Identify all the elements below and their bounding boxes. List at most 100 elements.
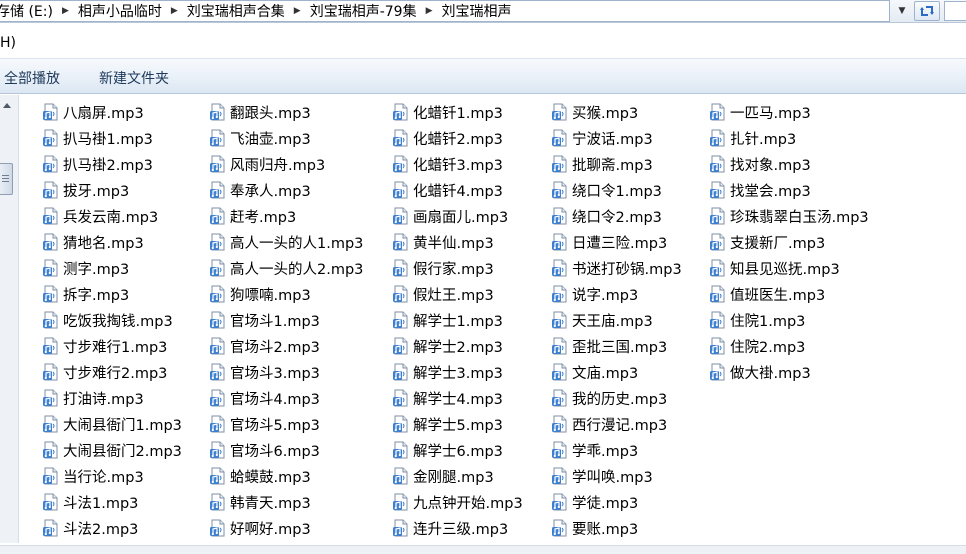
file-item[interactable]: 说字.mp3: [551, 282, 638, 306]
file-item[interactable]: 支援新厂.mp3: [709, 230, 825, 254]
file-item[interactable]: 当行论.mp3: [42, 464, 144, 488]
file-item[interactable]: 狗嘌喃.mp3: [209, 282, 311, 306]
file-item[interactable]: 高人一头的人2.mp3: [209, 256, 363, 280]
menu-item-help[interactable]: H): [0, 35, 16, 51]
mp3-audio-file-icon: [392, 181, 410, 199]
file-item[interactable]: 翻跟头.mp3: [209, 100, 311, 124]
file-item[interactable]: 飞油壶.mp3: [209, 126, 311, 150]
refresh-button[interactable]: [914, 1, 940, 21]
file-item[interactable]: 大闹县衙门1.mp3: [42, 412, 182, 436]
file-item[interactable]: 学叫唤.mp3: [551, 464, 653, 488]
file-item[interactable]: 金刚腿.mp3: [392, 464, 494, 488]
file-item[interactable]: 拔牙.mp3: [42, 178, 129, 202]
file-item[interactable]: 解学士3.mp3: [392, 360, 503, 384]
file-item[interactable]: 日遭三险.mp3: [551, 230, 667, 254]
file-item[interactable]: 批聊斋.mp3: [551, 152, 653, 176]
file-item[interactable]: 书迷打砂锅.mp3: [551, 256, 682, 280]
file-item[interactable]: 黄半仙.mp3: [392, 230, 494, 254]
breadcrumb-folder-temp[interactable]: 相声小品临时: [74, 1, 166, 21]
file-item[interactable]: 官场斗5.mp3: [209, 412, 320, 436]
file-item[interactable]: 化蜡钎3.mp3: [392, 152, 503, 176]
file-item[interactable]: 官场斗4.mp3: [209, 386, 320, 410]
breadcrumb-folder-collection[interactable]: 刘宝瑞相声合集: [183, 1, 289, 21]
file-item[interactable]: 知县见巡抚.mp3: [709, 256, 840, 280]
file-item[interactable]: 解学士6.mp3: [392, 438, 503, 462]
file-item[interactable]: 西行漫记.mp3: [551, 412, 667, 436]
file-item[interactable]: 兵发云南.mp3: [42, 204, 158, 228]
file-item[interactable]: 绕口令1.mp3: [551, 178, 662, 202]
file-item[interactable]: 文庙.mp3: [551, 360, 638, 384]
mp3-audio-file-icon: [42, 441, 60, 459]
navigation-pane-scrollbar[interactable]: [0, 95, 19, 543]
file-item[interactable]: 蛤蟆鼓.mp3: [209, 464, 311, 488]
file-item[interactable]: 九点钟开始.mp3: [392, 490, 523, 514]
file-item[interactable]: 假灶王.mp3: [392, 282, 494, 306]
file-item[interactable]: 宁波话.mp3: [551, 126, 653, 150]
file-item[interactable]: 住院1.mp3: [709, 308, 805, 332]
file-item[interactable]: 扒马褂2.mp3: [42, 152, 153, 176]
file-item[interactable]: 找对象.mp3: [709, 152, 811, 176]
new-folder-button[interactable]: 新建文件夹: [99, 68, 169, 88]
chevron-down-icon[interactable]: ▼: [894, 2, 910, 20]
file-item[interactable]: 一匹马.mp3: [709, 100, 811, 124]
play-all-button[interactable]: 全部播放: [4, 68, 60, 88]
file-item[interactable]: 测字.mp3: [42, 256, 129, 280]
file-item[interactable]: 拆字.mp3: [42, 282, 129, 306]
file-item[interactable]: 学徒.mp3: [551, 490, 638, 514]
file-item[interactable]: 我的历史.mp3: [551, 386, 667, 410]
breadcrumb-drive[interactable]: 存储 (E:): [0, 1, 57, 21]
file-item[interactable]: 化蜡钎1.mp3: [392, 100, 503, 124]
file-item[interactable]: 打油诗.mp3: [42, 386, 144, 410]
file-item[interactable]: 买猴.mp3: [551, 100, 638, 124]
breadcrumb-arrow-icon[interactable]: ▶: [166, 6, 183, 16]
file-item[interactable]: 扒马褂1.mp3: [42, 126, 153, 150]
breadcrumb[interactable]: 存储 (E:) ▶ 相声小品临时 ▶ 刘宝瑞相声合集 ▶ 刘宝瑞相声-79集 ▶…: [0, 0, 890, 22]
file-item[interactable]: 斗法2.mp3: [42, 516, 138, 540]
file-item[interactable]: 找堂会.mp3: [709, 178, 811, 202]
file-item[interactable]: 化蜡钎4.mp3: [392, 178, 503, 202]
file-item[interactable]: 高人一头的人1.mp3: [209, 230, 363, 254]
breadcrumb-arrow-icon[interactable]: ▶: [421, 6, 438, 16]
file-item[interactable]: 风雨归舟.mp3: [209, 152, 325, 176]
breadcrumb-folder-current[interactable]: 刘宝瑞相声: [438, 1, 516, 21]
breadcrumb-arrow-icon[interactable]: ▶: [289, 6, 306, 16]
file-item[interactable]: 奉承人.mp3: [209, 178, 311, 202]
file-item[interactable]: 好啊好.mp3: [209, 516, 311, 540]
file-item[interactable]: 住院2.mp3: [709, 334, 805, 358]
file-item[interactable]: 歪批三国.mp3: [551, 334, 667, 358]
file-item[interactable]: 大闹县衙门2.mp3: [42, 438, 182, 462]
file-item[interactable]: 做大褂.mp3: [709, 360, 811, 384]
file-item[interactable]: 解学士2.mp3: [392, 334, 503, 358]
breadcrumb-folder-79[interactable]: 刘宝瑞相声-79集: [306, 1, 421, 21]
file-item[interactable]: 猜地名.mp3: [42, 230, 144, 254]
file-item[interactable]: 天王庙.mp3: [551, 308, 653, 332]
file-item[interactable]: 假行家.mp3: [392, 256, 494, 280]
file-item[interactable]: 官场斗6.mp3: [209, 438, 320, 462]
file-item[interactable]: 官场斗1.mp3: [209, 308, 320, 332]
file-item[interactable]: 扎针.mp3: [709, 126, 796, 150]
scrollbar-thumb[interactable]: [0, 163, 13, 195]
file-item[interactable]: 赶考.mp3: [209, 204, 296, 228]
file-item[interactable]: 珍珠翡翠白玉汤.mp3: [709, 204, 869, 228]
file-item[interactable]: 连升三级.mp3: [392, 516, 508, 540]
file-item[interactable]: 韩青天.mp3: [209, 490, 311, 514]
search-input[interactable]: [944, 1, 966, 21]
file-item[interactable]: 解学士1.mp3: [392, 308, 503, 332]
file-item[interactable]: 官场斗2.mp3: [209, 334, 320, 358]
file-item[interactable]: 斗法1.mp3: [42, 490, 138, 514]
file-item[interactable]: 吃饭我掏钱.mp3: [42, 308, 173, 332]
file-item[interactable]: 值班医生.mp3: [709, 282, 825, 306]
breadcrumb-arrow-icon[interactable]: ▶: [57, 6, 74, 16]
scroll-up-arrow-icon[interactable]: [3, 103, 11, 108]
file-item[interactable]: 官场斗3.mp3: [209, 360, 320, 384]
file-item[interactable]: 八扇屏.mp3: [42, 100, 144, 124]
file-item[interactable]: 化蜡钎2.mp3: [392, 126, 503, 150]
file-item[interactable]: 学乖.mp3: [551, 438, 638, 462]
file-item[interactable]: 寸步难行1.mp3: [42, 334, 167, 358]
file-item[interactable]: 要账.mp3: [551, 516, 638, 540]
file-item[interactable]: 寸步难行2.mp3: [42, 360, 167, 384]
file-item[interactable]: 解学士5.mp3: [392, 412, 503, 436]
file-item[interactable]: 绕口令2.mp3: [551, 204, 662, 228]
file-item[interactable]: 解学士4.mp3: [392, 386, 503, 410]
file-item[interactable]: 画扇面儿.mp3: [392, 204, 508, 228]
